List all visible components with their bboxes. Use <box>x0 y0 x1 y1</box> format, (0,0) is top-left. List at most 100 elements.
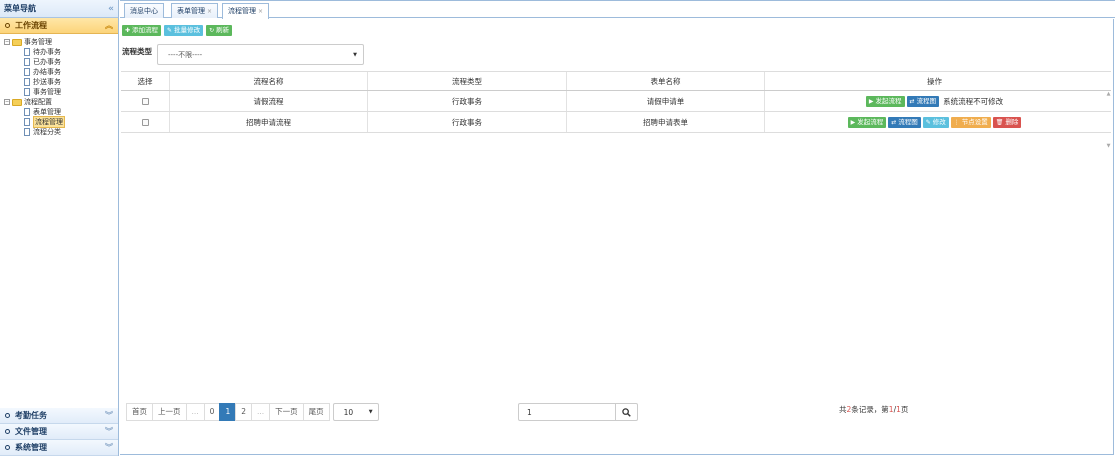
scroll-down-icon[interactable]: ▼ <box>1105 143 1112 149</box>
batch-edit-button[interactable]: ✎ 批量修改 <box>164 25 204 36</box>
tree-item-flow-category[interactable]: 流程分类 <box>4 127 118 137</box>
next-page-button[interactable]: 下一页 <box>269 403 304 421</box>
tree-item-todo[interactable]: 待办事务 <box>4 47 118 57</box>
tree-item-finished[interactable]: 办结事务 <box>4 67 118 77</box>
toolbar: ✚ 添加流程 ✎ 批量修改 ↻ 刷新 <box>122 25 233 36</box>
node-settings-button[interactable]: ⋮ 节点设置 <box>950 116 991 128</box>
flow-table: 选择 流程名称 流程类型 表单名称 操作 请假流程 行政事务 请假申请单 ▶ 发起… <box>121 71 1111 133</box>
retweet-icon: ⇄ <box>891 118 897 126</box>
delete-label: 删除 <box>1005 117 1019 126</box>
menu-tree: − 事务管理 待办事务 已办事务 办结事务 抄送事务 事务管理 − 流程配置 表… <box>0 34 118 406</box>
panel-label: 考勤任务 <box>15 411 47 420</box>
tab-message-center[interactable]: 消息中心 <box>124 3 164 18</box>
tree-item-cc[interactable]: 抄送事务 <box>4 77 118 87</box>
tree-item-label: 已办事务 <box>33 58 61 66</box>
folder-icon <box>12 38 22 46</box>
start-flow-label: 发起流程 <box>857 117 884 126</box>
file-icon <box>24 108 30 116</box>
tree-item-label: 流程分类 <box>33 128 61 136</box>
edit-button[interactable]: ✎ 修改 <box>922 116 949 128</box>
chevron-down-icon[interactable]: ︾ <box>105 442 113 453</box>
tab-form-manage[interactable]: 表单管理 × <box>171 3 219 18</box>
panel-system[interactable]: 系统管理 ︾ <box>0 440 118 456</box>
tree-group-config[interactable]: − 流程配置 <box>4 97 118 107</box>
filter-bar: 流程类型 ----不限---- ▼ <box>122 44 364 65</box>
table-row: 请假流程 行政事务 请假申请单 ▶ 发起流程 ⇄ 流程图 系统流程不可修改 <box>121 91 1111 112</box>
flow-type-select[interactable]: ----不限---- ▼ <box>157 44 364 65</box>
add-flow-button[interactable]: ✚ 添加流程 <box>122 25 162 36</box>
start-flow-button[interactable]: ▶ 发起流程 <box>865 95 905 107</box>
row-checkbox[interactable] <box>141 97 149 105</box>
tab-flow-manage[interactable]: 流程管理 × <box>222 3 270 19</box>
col-flow-type: 流程类型 <box>368 72 567 90</box>
chevron-down-icon[interactable]: ︾ <box>105 410 113 421</box>
collapse-toggle-icon[interactable]: − <box>4 99 10 105</box>
summary-prefix: 共 <box>839 405 847 414</box>
close-icon[interactable]: × <box>258 8 263 15</box>
refresh-icon: ↻ <box>209 27 215 34</box>
panel-workflow[interactable]: 工作流程 ︽ <box>0 18 118 34</box>
row-checkbox[interactable] <box>141 118 149 126</box>
panel-attendance[interactable]: 考勤任务 ︾ <box>0 408 118 424</box>
panel-label: 文件管理 <box>15 427 47 436</box>
file-icon <box>24 118 30 126</box>
tab-label: 流程管理 <box>228 7 256 15</box>
col-flow-name: 流程名称 <box>170 72 368 90</box>
bullet-icon <box>5 23 10 28</box>
page-size-select[interactable]: 10 ▼ <box>332 403 379 421</box>
caret-down-icon: ▼ <box>353 51 357 58</box>
flow-chart-label: 流程图 <box>898 117 918 126</box>
tab-bar: 消息中心 表单管理 × 流程管理 × <box>120 0 1115 19</box>
tree-group-affairs[interactable]: − 事务管理 <box>4 37 118 47</box>
page-1-button[interactable]: 1 <box>219 403 237 421</box>
tree-item-flow-manage[interactable]: 流程管理 <box>4 116 118 128</box>
col-actions: 操作 <box>927 76 942 86</box>
collapse-icon[interactable]: « <box>108 4 114 14</box>
col-form-name: 表单名称 <box>567 72 765 90</box>
page-size-value: 10 <box>343 407 354 417</box>
prev-page-button[interactable]: 上一页 <box>152 403 187 421</box>
summary-mid: 条记录，第 <box>851 405 889 414</box>
tree-item-label: 待办事务 <box>33 48 61 56</box>
pencil-icon: ✎ <box>925 118 931 126</box>
ellipsis: ... <box>251 403 271 421</box>
start-flow-button[interactable]: ▶ 发起流程 <box>847 116 887 128</box>
edit-label: 修改 <box>932 117 946 126</box>
page-jump-input[interactable]: 1 <box>518 403 616 421</box>
main-area: 消息中心 表单管理 × 流程管理 × ✚ 添加流程 ✎ 批量修改 ↻ 刷新 流程类型 --… <box>120 0 1115 456</box>
file-icon <box>24 78 30 86</box>
refresh-button[interactable]: ↻ 刷新 <box>206 25 233 36</box>
chevron-up-icon[interactable]: ︽ <box>105 20 113 31</box>
ellipsis: ... <box>185 403 205 421</box>
page-jump: 1 <box>518 403 638 421</box>
last-page-button[interactable]: 尾页 <box>302 403 330 421</box>
pencil-icon: ✎ <box>167 27 173 34</box>
file-icon <box>24 68 30 76</box>
panel-files[interactable]: 文件管理 ︾ <box>0 424 118 440</box>
record-summary: 共2条记录，第1/1页 <box>839 404 908 415</box>
table-scrollbar[interactable]: ▲ ▼ <box>1105 91 1112 149</box>
col-select: 选择 <box>121 72 170 90</box>
trash-icon: 🗑 <box>995 118 1004 126</box>
chevron-down-icon[interactable]: ︾ <box>105 426 113 437</box>
search-button[interactable] <box>616 403 638 421</box>
page-0-button[interactable]: 0 <box>203 403 221 421</box>
table-row: 招聘申请流程 行政事务 招聘申请表单 ▶ 发起流程 ⇄ 流程图 ✎ 修改 ⋮ 节点设置 … <box>121 112 1111 133</box>
tree-item-label: 事务管理 <box>33 88 61 96</box>
page-2-button[interactable]: 2 <box>235 403 252 421</box>
collapse-toggle-icon[interactable]: − <box>4 39 10 45</box>
flow-chart-button[interactable]: ⇄ 流程图 <box>906 95 940 107</box>
first-page-button[interactable]: 首页 <box>126 403 153 421</box>
tab-label: 表单管理 <box>177 7 205 15</box>
summary-suffix: 页 <box>900 405 909 414</box>
list-icon: ⋮ <box>953 118 960 126</box>
cell-flow-type: 行政事务 <box>368 112 567 132</box>
tree-item-done[interactable]: 已办事务 <box>4 57 118 67</box>
play-icon: ▶ <box>868 97 874 105</box>
flow-chart-button[interactable]: ⇄ 流程图 <box>888 116 921 128</box>
scroll-up-icon[interactable]: ▲ <box>1105 91 1112 97</box>
close-icon[interactable]: × <box>207 8 212 15</box>
delete-button[interactable]: 🗑 删除 <box>992 116 1022 128</box>
tree-item-affair-manage[interactable]: 事务管理 <box>4 87 118 97</box>
tree-group-label: 事务管理 <box>24 38 52 46</box>
